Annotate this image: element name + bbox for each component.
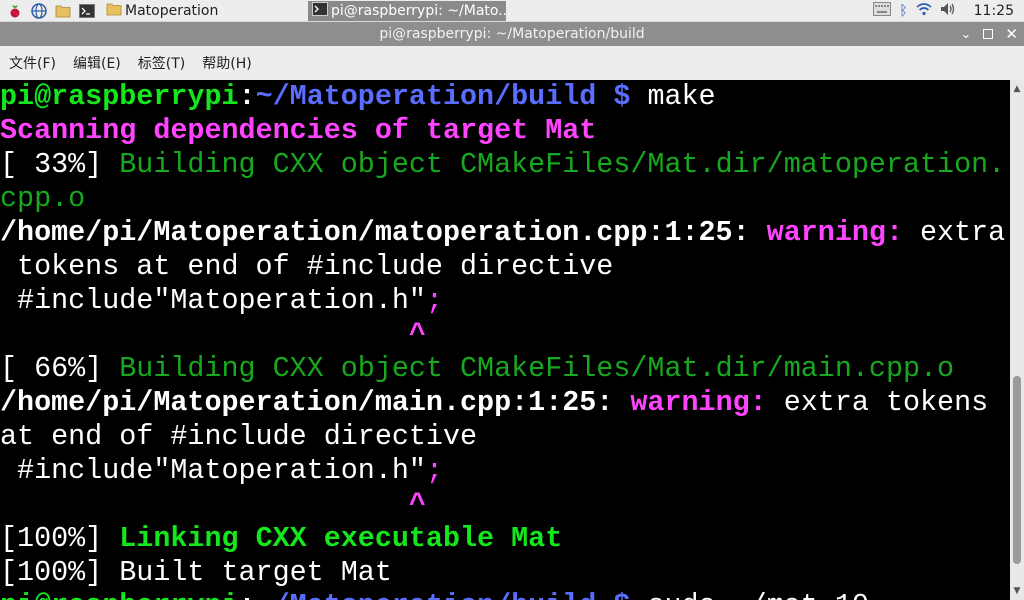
include-line-1: #include"Matoperation.h"; <box>0 284 443 318</box>
include-semicolon: ; <box>425 284 443 317</box>
build-text: Building CXX object CMakeFiles/Mat.dir/m… <box>119 148 1006 181</box>
scroll-down-icon[interactable]: ▼ <box>1010 584 1024 598</box>
scroll-up-icon[interactable]: ▲ <box>1010 82 1024 96</box>
command-text: sudo ./mat 10 <box>630 589 869 600</box>
menu-tabs[interactable]: 标签(T) <box>138 53 185 73</box>
prompt-colon: : <box>239 589 256 600</box>
link-line: [100%] Linking CXX executable Mat <box>0 522 562 556</box>
build-text: Building CXX object CMakeFiles/Mat.dir/m… <box>119 352 955 385</box>
warning-line-2-wrap: at end of #include directive <box>0 420 478 453</box>
task-label: Matoperation <box>125 2 219 19</box>
warning-label: warning: <box>613 386 767 419</box>
warning-text: extra tokens <box>766 386 989 419</box>
volume-icon[interactable] <box>940 2 956 20</box>
build-percent: [ 66%] <box>0 352 120 385</box>
warning-file: /home/pi/Matoperation/matoperation.cpp:1… <box>0 216 750 249</box>
scroll-thumb[interactable] <box>1013 376 1021 564</box>
system-tray: ᛒ 11:25 <box>873 0 1014 22</box>
menu-bar: 文件(F) 编辑(E) 标签(T) 帮助(H) <box>0 46 1024 80</box>
close-icon[interactable]: ✕ <box>1005 25 1018 43</box>
build-line-1: [ 33%] Building CXX object CMakeFiles/Ma… <box>0 148 1005 182</box>
menu-help[interactable]: 帮助(H) <box>202 53 251 73</box>
prompt-path: ~/Matoperation/build $ <box>255 80 631 113</box>
prompt-user: pi@raspberrypi <box>0 80 239 113</box>
taskbar: Matoperation pi@raspberrypi: ~/Mato... ᛒ… <box>0 0 1024 22</box>
bluetooth-icon[interactable]: ᛒ <box>899 3 907 19</box>
window-titlebar[interactable]: pi@raspberrypi: ~/Matoperation/build ⌄ ✕ <box>0 22 1024 46</box>
browser-icon[interactable] <box>30 2 48 20</box>
include-text: #include"Matoperation.h" <box>0 454 426 487</box>
maximize-icon[interactable] <box>983 29 994 39</box>
keyboard-icon[interactable] <box>873 2 892 20</box>
terminal-scrollbar[interactable]: ▲ ▼ <box>1010 80 1024 600</box>
include-semicolon: ; <box>425 454 443 487</box>
window-controls: ⌄ ✕ <box>961 22 1018 46</box>
include-text: #include"Matoperation.h" <box>0 284 426 317</box>
command-text: make <box>630 80 716 113</box>
warning-line-1: /home/pi/Matoperation/matoperation.cpp:1… <box>0 216 1005 250</box>
task-file-manager[interactable]: Matoperation <box>102 1 302 21</box>
task-label: pi@raspberrypi: ~/Mato... <box>331 2 512 19</box>
caret-line-1: ^ <box>0 318 426 351</box>
prompt-line: pi@raspberrypi:~/Matoperation/build $ ma… <box>0 80 716 114</box>
clock[interactable]: 11:25 <box>974 3 1014 19</box>
terminal-icon <box>312 1 328 20</box>
menu-edit[interactable]: 编辑(E) <box>73 53 121 73</box>
minimize-icon[interactable]: ⌄ <box>961 27 972 42</box>
build-line-2: [ 66%] Building CXX object CMakeFiles/Ma… <box>0 352 954 386</box>
terminal-output[interactable]: pi@raspberrypi:~/Matoperation/build $ ma… <box>0 80 1010 600</box>
warning-line-2: /home/pi/Matoperation/main.cpp:1:25: war… <box>0 386 988 420</box>
link-text: Linking CXX executable Mat <box>119 522 563 555</box>
prompt-path: ~/Matoperation/build $ <box>256 589 631 600</box>
build-percent: [ 33%] <box>0 148 120 181</box>
warning-line-1-wrap: tokens at end of #include directive <box>0 250 614 283</box>
menu-file[interactable]: 文件(F) <box>9 53 56 73</box>
terminal-launcher-icon[interactable] <box>78 2 96 20</box>
caret-line-2: ^ <box>0 488 426 521</box>
prompt-colon: : <box>238 80 256 113</box>
wifi-icon[interactable] <box>916 2 932 20</box>
warning-file: /home/pi/Matoperation/main.cpp:1:25: <box>0 386 614 419</box>
file-manager-icon[interactable] <box>54 2 72 20</box>
folder-icon <box>106 2 122 20</box>
build-line-1-wrap: cpp.o <box>0 182 86 215</box>
scan-line: Scanning dependencies of target Mat <box>0 114 597 147</box>
include-line-2: #include"Matoperation.h"; <box>0 454 443 488</box>
built-line: [100%] Built target Mat <box>0 556 392 589</box>
prompt-line-2: pi@raspberrypi:~/Matoperation/build $ su… <box>0 589 869 600</box>
warning-label: warning: <box>749 216 903 249</box>
prompt-user: pi@raspberrypi <box>0 589 239 600</box>
window-title: pi@raspberrypi: ~/Matoperation/build <box>379 26 645 42</box>
link-percent: [100%] <box>0 522 120 555</box>
task-terminal[interactable]: pi@raspberrypi: ~/Mato... <box>308 0 512 21</box>
raspberry-menu-icon[interactable] <box>6 2 24 20</box>
warning-text: extra <box>902 216 1006 249</box>
